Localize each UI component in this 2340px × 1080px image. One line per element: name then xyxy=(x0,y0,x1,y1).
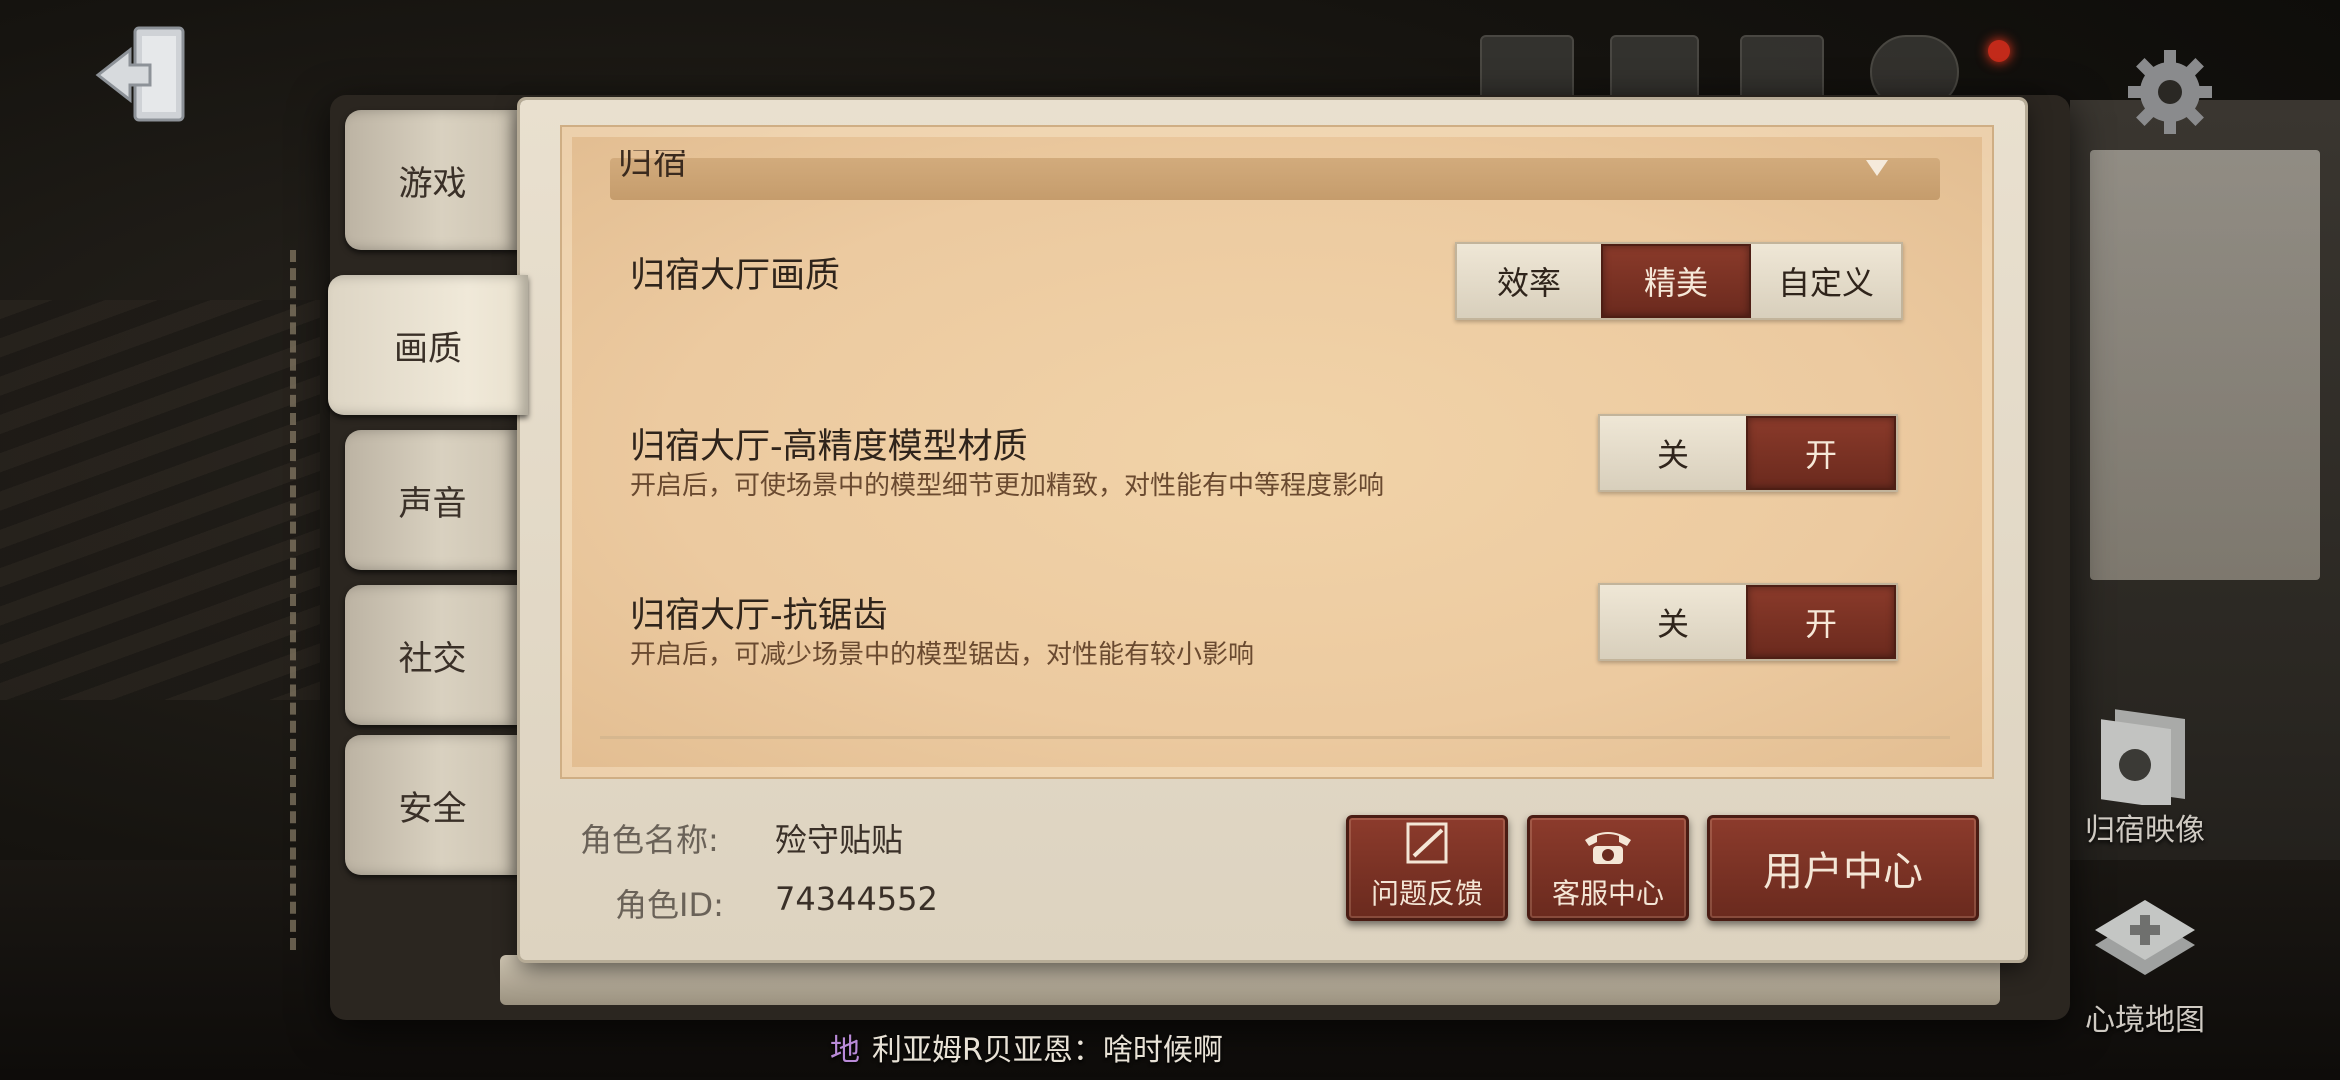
option-custom[interactable]: 自定义 xyxy=(1751,244,1901,318)
tab-label: 安全 xyxy=(398,788,467,829)
film-camera-icon xyxy=(2101,709,2185,805)
exit-button[interactable] xyxy=(90,20,200,130)
tab-sound[interactable]: 声音 xyxy=(345,430,520,570)
tab-security[interactable]: 安全 xyxy=(345,735,520,875)
chat-text: 利亚姆R贝亚恩：啥时候啊 xyxy=(872,1033,1223,1068)
feedback-label: 问题反馈 xyxy=(1370,877,1483,910)
option-efficiency[interactable]: 效率 xyxy=(1457,244,1601,318)
tab-game[interactable]: 游戏 xyxy=(345,110,520,250)
setting-title: 归宿大厅-抗锯齿 xyxy=(630,596,888,636)
video-shortcut[interactable]: 归宿映像 xyxy=(2085,695,2205,849)
antialias-toggle[interactable]: 关 开 xyxy=(1598,583,1898,661)
exit-door-icon xyxy=(95,26,185,122)
map-shortcut-label: 心境地图 xyxy=(2085,1003,2205,1038)
option-fine[interactable]: 精美 xyxy=(1601,244,1751,318)
hq-material-toggle[interactable]: 关 开 xyxy=(1598,414,1898,492)
role-id-label: 角色ID: xyxy=(615,886,724,924)
ornament-divider xyxy=(600,736,1950,739)
setting-description: 开启后，可使场景中的模型细节更加精致，对性能有中等程度影响 xyxy=(630,471,1385,501)
setting-title: 归宿大厅画质 xyxy=(630,256,841,296)
video-shortcut-label: 归宿映像 xyxy=(2085,813,2205,848)
role-id-value: 74344552 xyxy=(775,880,938,918)
chevron-down-icon[interactable] xyxy=(1866,160,1888,176)
chat-message[interactable]: 地利亚姆R贝亚恩：啥时候啊 xyxy=(830,1025,1223,1069)
option-on[interactable]: 开 xyxy=(1746,585,1896,659)
role-name-label: 角色名称: xyxy=(580,821,719,859)
notification-dot xyxy=(1988,40,2010,62)
tab-social[interactable]: 社交 xyxy=(345,585,520,725)
section-header[interactable] xyxy=(610,158,1940,200)
book-page-edge xyxy=(500,955,2000,1005)
telephone-icon xyxy=(1585,832,1631,864)
gear-icon xyxy=(2128,50,2212,134)
customer-service-button[interactable]: 客服中心 xyxy=(1527,815,1689,921)
option-off[interactable]: 关 xyxy=(1600,416,1746,490)
map-shortcut[interactable]: 心境地图 xyxy=(2085,900,2205,1039)
option-off[interactable]: 关 xyxy=(1600,585,1746,659)
customer-service-label: 客服中心 xyxy=(1551,877,1664,910)
feedback-button[interactable]: 问题反馈 xyxy=(1346,815,1508,921)
setting-description: 开启后，可减少场景中的模型锯齿，对性能有较小影响 xyxy=(630,640,1255,670)
quality-selector[interactable]: 效率 精美 自定义 xyxy=(1455,242,1903,320)
tab-graphics[interactable]: 画质 xyxy=(328,275,528,415)
user-center-button[interactable]: 用户中心 xyxy=(1707,815,1979,921)
tab-label: 声音 xyxy=(398,483,467,524)
tab-label: 画质 xyxy=(394,328,462,369)
option-on[interactable]: 开 xyxy=(1746,416,1896,490)
setting-title: 归宿大厅-高精度模型材质 xyxy=(630,427,1028,467)
background-poster xyxy=(2090,150,2320,580)
map-icon xyxy=(2095,900,2195,975)
book-rope xyxy=(290,250,326,950)
tab-label: 社交 xyxy=(398,638,467,679)
tab-label: 游戏 xyxy=(398,163,467,204)
background-stairs xyxy=(0,300,320,700)
user-center-label: 用户中心 xyxy=(1763,849,1923,895)
settings-gear-button[interactable] xyxy=(2120,42,2220,142)
section-title: 归宿 xyxy=(618,150,688,183)
pen-icon xyxy=(1406,822,1448,864)
chat-channel-tag: 地 xyxy=(830,1033,860,1068)
role-name-value: 殓守贴贴 xyxy=(775,821,904,859)
